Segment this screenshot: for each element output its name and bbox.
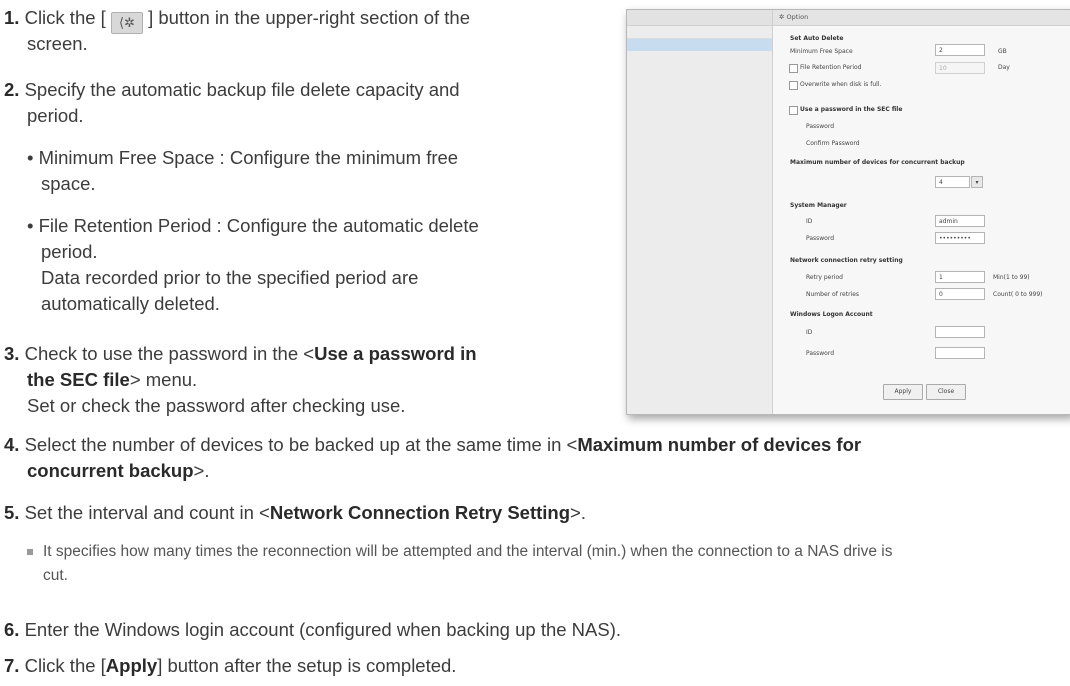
concurrent-heading: Maximum number of devices for concurrent…: [790, 159, 965, 166]
dialog-title: ✲ Option: [773, 10, 1070, 26]
apply-button[interactable]: Apply: [883, 384, 923, 400]
sm-password-label: Password: [806, 235, 835, 242]
win-id-label: ID: [806, 329, 813, 336]
win-password-input[interactable]: [935, 347, 985, 359]
note-bullet-icon: [27, 548, 33, 555]
retry-period-label: Retry period: [806, 274, 843, 281]
note-text: It specifies how many times the reconnec…: [43, 543, 893, 560]
step-number: 1.: [4, 7, 20, 28]
concurrent-select[interactable]: 4: [935, 176, 970, 188]
sec-confirm-label: Confirm Password: [806, 140, 860, 147]
step-number: 3.: [4, 343, 20, 364]
step-number: 2.: [4, 79, 20, 100]
bullet-retention: • File Retention Period : Configure the …: [27, 215, 479, 236]
left-panel: [627, 10, 773, 414]
step-number: 7.: [4, 655, 20, 676]
step-1: 1. Click the [ ⟨✲ ] button in the upper-…: [4, 5, 470, 34]
note: It specifies how many times the reconnec…: [27, 540, 892, 564]
step-7: 7. Click the [Apply] button after the se…: [4, 653, 456, 679]
dialog-title-text: Option: [786, 13, 809, 21]
retry-period-input[interactable]: 1: [935, 271, 985, 283]
step-4-cont: concurrent backup>.: [27, 458, 210, 484]
menu-name: Maximum number of devices for: [577, 434, 862, 455]
list-item: [627, 26, 772, 39]
windows-heading: Windows Logon Account: [790, 311, 873, 318]
win-password-label: Password: [806, 350, 835, 357]
note-cont: cut.: [43, 567, 68, 584]
win-id-input[interactable]: [935, 326, 985, 338]
option-dialog-screenshot: ✲ Option Set Auto Delete Minimum Free Sp…: [626, 9, 1070, 415]
list-item-selected: [627, 39, 772, 51]
min-free-unit: GB: [998, 48, 1007, 55]
retry-count-label: Number of retries: [806, 291, 860, 298]
step-text: ] button after the setup is completed.: [157, 655, 457, 676]
retention-unit: Day: [998, 64, 1010, 71]
step-text: Enter the Windows login account (configu…: [24, 619, 622, 640]
gear-icon: ✲: [779, 13, 787, 21]
step-3-cont: Set or check the password after checking…: [27, 395, 406, 416]
sm-id-input[interactable]: admin: [935, 215, 985, 227]
retry-period-unit: Min(1 to 99): [993, 274, 1030, 281]
step-1-cont: screen.: [27, 33, 88, 54]
sec-password-checkbox[interactable]: [789, 106, 798, 115]
auto-delete-heading: Set Auto Delete: [790, 35, 844, 42]
step-text: Check to use the password in the <: [24, 343, 315, 364]
sec-password-label: Password: [806, 123, 835, 130]
left-panel-header: [627, 10, 772, 26]
retry-count-unit: Count( 0 to 999): [993, 291, 1043, 298]
step-text: >.: [193, 460, 210, 481]
menu-name: Network Connection Retry Setting: [269, 502, 571, 523]
system-manager-heading: System Manager: [790, 202, 847, 209]
retention-checkbox[interactable]: [789, 64, 798, 73]
step-text: Select the number of devices to be backe…: [24, 434, 578, 455]
menu-name: the SEC file: [27, 369, 130, 390]
bullet-retention-cont: Data recorded prior to the specified per…: [41, 267, 419, 288]
bullet-min-free: • Minimum Free Space : Configure the min…: [27, 147, 459, 168]
step-text: ] button in the upper-right section of t…: [148, 7, 470, 28]
bullet-retention-cont: automatically deleted.: [41, 293, 220, 314]
step-3: 3. Check to use the password in the <Use…: [4, 341, 477, 367]
step-text: Click the [: [24, 7, 106, 28]
bullet-retention-cont: period.: [41, 241, 98, 262]
step-number: 6.: [4, 619, 20, 640]
step-number: 5.: [4, 502, 20, 523]
option-panel: ✲ Option Set Auto Delete Minimum Free Sp…: [773, 10, 1070, 414]
step-text: Click the [: [24, 655, 106, 676]
menu-name: concurrent backup: [27, 460, 194, 481]
button-name: Apply: [105, 655, 158, 676]
retry-count-input[interactable]: 0: [935, 288, 985, 300]
retry-heading: Network connection retry setting: [790, 257, 903, 264]
bullet-min-free-cont: space.: [41, 173, 96, 194]
step-number: 4.: [4, 434, 20, 455]
min-free-label: Minimum Free Space: [790, 48, 853, 55]
sm-password-input[interactable]: •••••••••: [935, 232, 985, 244]
close-button[interactable]: Close: [926, 384, 966, 400]
sec-heading: Use a password in the SEC file: [800, 106, 903, 113]
chevron-down-icon[interactable]: ▾: [971, 176, 983, 188]
sm-id-label: ID: [806, 218, 813, 225]
overwrite-label: Overwrite when disk is full.: [800, 81, 882, 88]
min-free-input[interactable]: 2: [935, 44, 985, 56]
step-4: 4. Select the number of devices to be ba…: [4, 432, 861, 458]
gear-icon: ⟨✲: [110, 12, 143, 34]
retention-input[interactable]: 10: [935, 62, 985, 74]
step-6: 6. Enter the Windows login account (conf…: [4, 617, 621, 643]
step-text: >.: [570, 502, 586, 523]
step-text: > menu.: [129, 369, 198, 390]
step-5: 5. Set the interval and count in <Networ…: [4, 500, 586, 526]
step-3-cont: the SEC file> menu.: [27, 367, 197, 393]
step-2: 2. Specify the automatic backup file del…: [4, 77, 460, 103]
step-text: Set the interval and count in <: [24, 502, 270, 523]
step-text: Specify the automatic backup file delete…: [24, 79, 460, 100]
step-2-cont: period.: [27, 105, 84, 126]
menu-name: Use a password in: [314, 343, 477, 364]
retention-label: File Retention Period: [800, 64, 862, 71]
overwrite-checkbox[interactable]: [789, 81, 798, 90]
